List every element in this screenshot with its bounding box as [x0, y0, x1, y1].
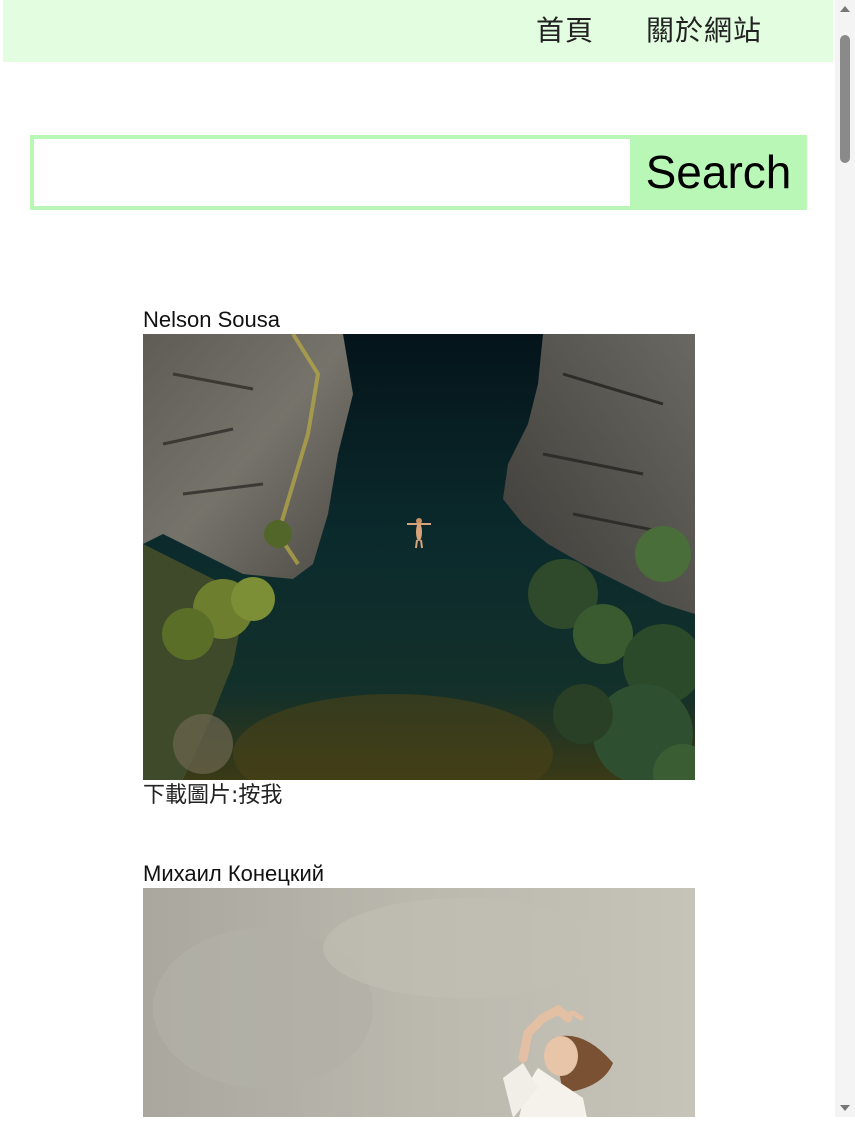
- scrollbar-thumb[interactable]: [840, 35, 850, 163]
- photo-card: Nelson Sousa 下載圖片:按我: [143, 306, 695, 812]
- dancer-photo: [143, 888, 695, 1117]
- canyon-aerial-photo: [143, 334, 695, 780]
- page-viewport: 首頁 關於網站 Search Nelson Sousa 下載圖片:按我 Миха…: [0, 0, 835, 1117]
- search-bar: Search: [30, 135, 807, 210]
- vertical-scrollbar[interactable]: [835, 0, 855, 1117]
- photo-card: Михаил Конецкий: [143, 860, 695, 1117]
- top-navigation: 首頁 關於網站: [3, 0, 833, 62]
- search-input[interactable]: [34, 139, 630, 206]
- photo-author: Михаил Конецкий: [143, 861, 325, 886]
- scroll-down-icon[interactable]: [835, 1099, 855, 1117]
- download-link[interactable]: 下載圖片:按我: [143, 783, 282, 808]
- photo-author: Nelson Sousa: [143, 307, 280, 332]
- nav-home-link[interactable]: 首頁: [536, 13, 594, 49]
- scroll-up-icon[interactable]: [835, 0, 855, 18]
- nav-about-link[interactable]: 關於網站: [646, 13, 762, 49]
- search-button[interactable]: Search: [630, 135, 807, 210]
- photo-image[interactable]: [143, 888, 695, 1117]
- photo-image[interactable]: [143, 334, 695, 780]
